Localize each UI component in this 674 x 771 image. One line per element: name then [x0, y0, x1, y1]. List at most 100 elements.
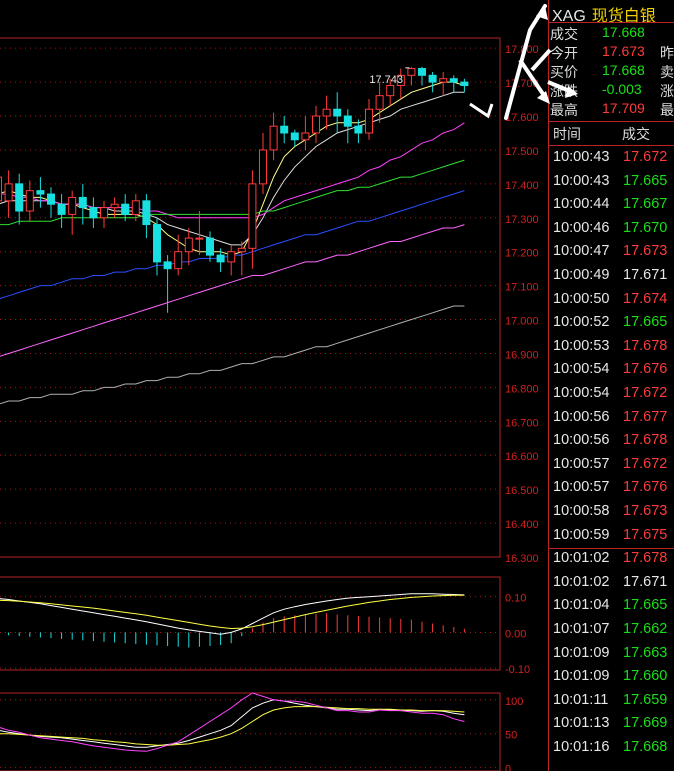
tick-time: 10:00:53 [553, 337, 610, 354]
tick-row[interactable]: 10:01:13 17.669 [553, 715, 674, 738]
tick-row[interactable]: 10:00:46 17.670 [553, 220, 674, 243]
tick-price: 17.659 [623, 691, 668, 708]
tick-row[interactable]: 10:00:56 17.678 [553, 432, 674, 455]
tick-time: 10:00:46 [553, 219, 610, 236]
price-panel-tick-label: 16.400 [505, 519, 539, 531]
tick-row[interactable]: 10:00:56 17.677 [553, 409, 674, 432]
tick-row[interactable]: 10:01:16 17.668 [553, 739, 674, 762]
tick-price: 17.671 [623, 573, 668, 590]
tick-price: 17.676 [623, 479, 668, 496]
candle-body [322, 108, 331, 117]
tick-row[interactable]: 10:00:57 17.676 [553, 479, 674, 502]
candle-body [386, 84, 395, 97]
tick-row[interactable]: 10:00:53 17.678 [553, 338, 674, 361]
price-panel-tick-label: 17.100 [505, 282, 539, 294]
tick-price: 17.678 [623, 432, 668, 449]
candle-body [25, 190, 34, 212]
tick-price: 17.660 [623, 668, 668, 685]
candle-body [131, 200, 140, 215]
tick-time: 10:01:09 [553, 644, 610, 661]
candle-body [280, 125, 289, 134]
quote-row: 最高 17.709 最 [550, 100, 674, 119]
tick-row[interactable]: 10:00:52 17.665 [553, 314, 674, 337]
candle-body [290, 132, 299, 141]
candle-body [375, 95, 384, 110]
price-panel-tick-label: 17.000 [505, 316, 539, 328]
tick-row[interactable]: 10:00:49 17.671 [553, 267, 674, 290]
candle-body [312, 115, 320, 134]
tick-row[interactable]: 10:00:47 17.673 [553, 243, 674, 266]
candle-body [354, 125, 363, 134]
peak-price-label: 17.743 [369, 74, 403, 86]
candle-body [216, 254, 225, 263]
tick-time: 10:01:13 [553, 715, 610, 732]
candle-body [121, 203, 130, 215]
candle-body [248, 183, 257, 249]
tick-time: 10:01:11 [553, 691, 609, 708]
quote-value: 17.668 [602, 24, 645, 40]
candle-body [163, 261, 172, 270]
tick-row[interactable]: 10:01:09 17.660 [553, 668, 674, 691]
tick-row[interactable]: 10:00:44 17.667 [553, 196, 674, 219]
tick-price: 17.678 [623, 337, 668, 354]
price-header: 成交 [622, 126, 650, 142]
candle-body [78, 196, 87, 209]
candle-body [428, 74, 437, 83]
candle-body [269, 125, 278, 151]
candle-body [237, 247, 246, 253]
divider [548, 22, 674, 23]
price-panel-tick-label: 17.800 [505, 44, 539, 56]
price-panel-tick-label: 17.300 [505, 214, 539, 226]
tick-row[interactable]: 10:01:02 17.678 [553, 550, 674, 573]
quote-extra-label: 昨 [660, 45, 674, 61]
candle-body [36, 190, 45, 195]
quote-row: 买价 17.668 卖 [550, 62, 674, 81]
tick-row[interactable]: 10:00:58 17.673 [553, 503, 674, 526]
tick-row[interactable]: 10:00:57 17.672 [553, 456, 674, 479]
tick-time: 10:00:47 [553, 243, 610, 260]
quote-label: 买价 [550, 64, 578, 80]
candle-body [174, 251, 183, 270]
macd-panel-tick-label: 0.00 [505, 628, 526, 640]
tick-row[interactable]: 10:00:43 17.672 [553, 149, 674, 172]
kdj-panel-tick-label: 50 [505, 730, 517, 742]
tick-row[interactable]: 10:00:54 17.672 [553, 385, 674, 408]
tick-price: 17.662 [623, 621, 668, 637]
tick-price: 17.669 [623, 715, 668, 732]
tick-price: 17.671 [623, 267, 668, 283]
price-panel-tick-label: 17.700 [505, 78, 539, 90]
candle-body [4, 183, 13, 202]
tick-row[interactable]: 10:00:50 17.674 [553, 291, 674, 314]
tick-time: 10:00:54 [553, 361, 610, 378]
candle-body [195, 237, 204, 240]
candle-body [259, 149, 267, 185]
moving-average-line [0, 91, 465, 246]
candle-body [227, 251, 236, 263]
candle-body [418, 68, 426, 76]
candle-body [301, 132, 310, 141]
tick-row[interactable]: 10:00:59 17.675 [553, 527, 674, 550]
price-panel-tick-label: 17.500 [505, 146, 539, 158]
tick-time: 10:00:43 [553, 149, 610, 165]
tick-row[interactable]: 10:00:54 17.676 [553, 361, 674, 384]
tick-row[interactable]: 10:01:02 17.671 [553, 574, 674, 597]
tick-price: 17.672 [623, 149, 668, 165]
tick-row[interactable]: 10:00:43 17.665 [553, 173, 674, 196]
tick-time: 10:01:07 [553, 621, 610, 637]
candle-body [407, 68, 416, 76]
candle-body [47, 193, 55, 205]
tick-row[interactable]: 10:01:11 17.659 [553, 692, 674, 715]
macd-panel-tick-label: 0.10 [505, 593, 526, 605]
price-chart[interactable]: 16.300 16.400 16.500 16.600 16.700 16.800 16.9… [0, 0, 548, 771]
tick-time: 10:01:02 [553, 550, 610, 567]
tick-price: 17.678 [623, 550, 668, 567]
tick-row[interactable]: 10:01:09 17.663 [553, 645, 674, 668]
tick-row[interactable]: 10:01:04 17.665 [553, 597, 674, 620]
tick-price: 17.670 [623, 219, 668, 236]
candle-body [0, 176, 2, 202]
quote-row: 今开 17.673 昨 [550, 43, 674, 62]
tick-row[interactable]: 10:01:07 17.662 [553, 621, 674, 644]
tick-price: 17.677 [623, 408, 668, 425]
candle-body [184, 237, 193, 253]
quote-value: 17.673 [602, 43, 645, 59]
